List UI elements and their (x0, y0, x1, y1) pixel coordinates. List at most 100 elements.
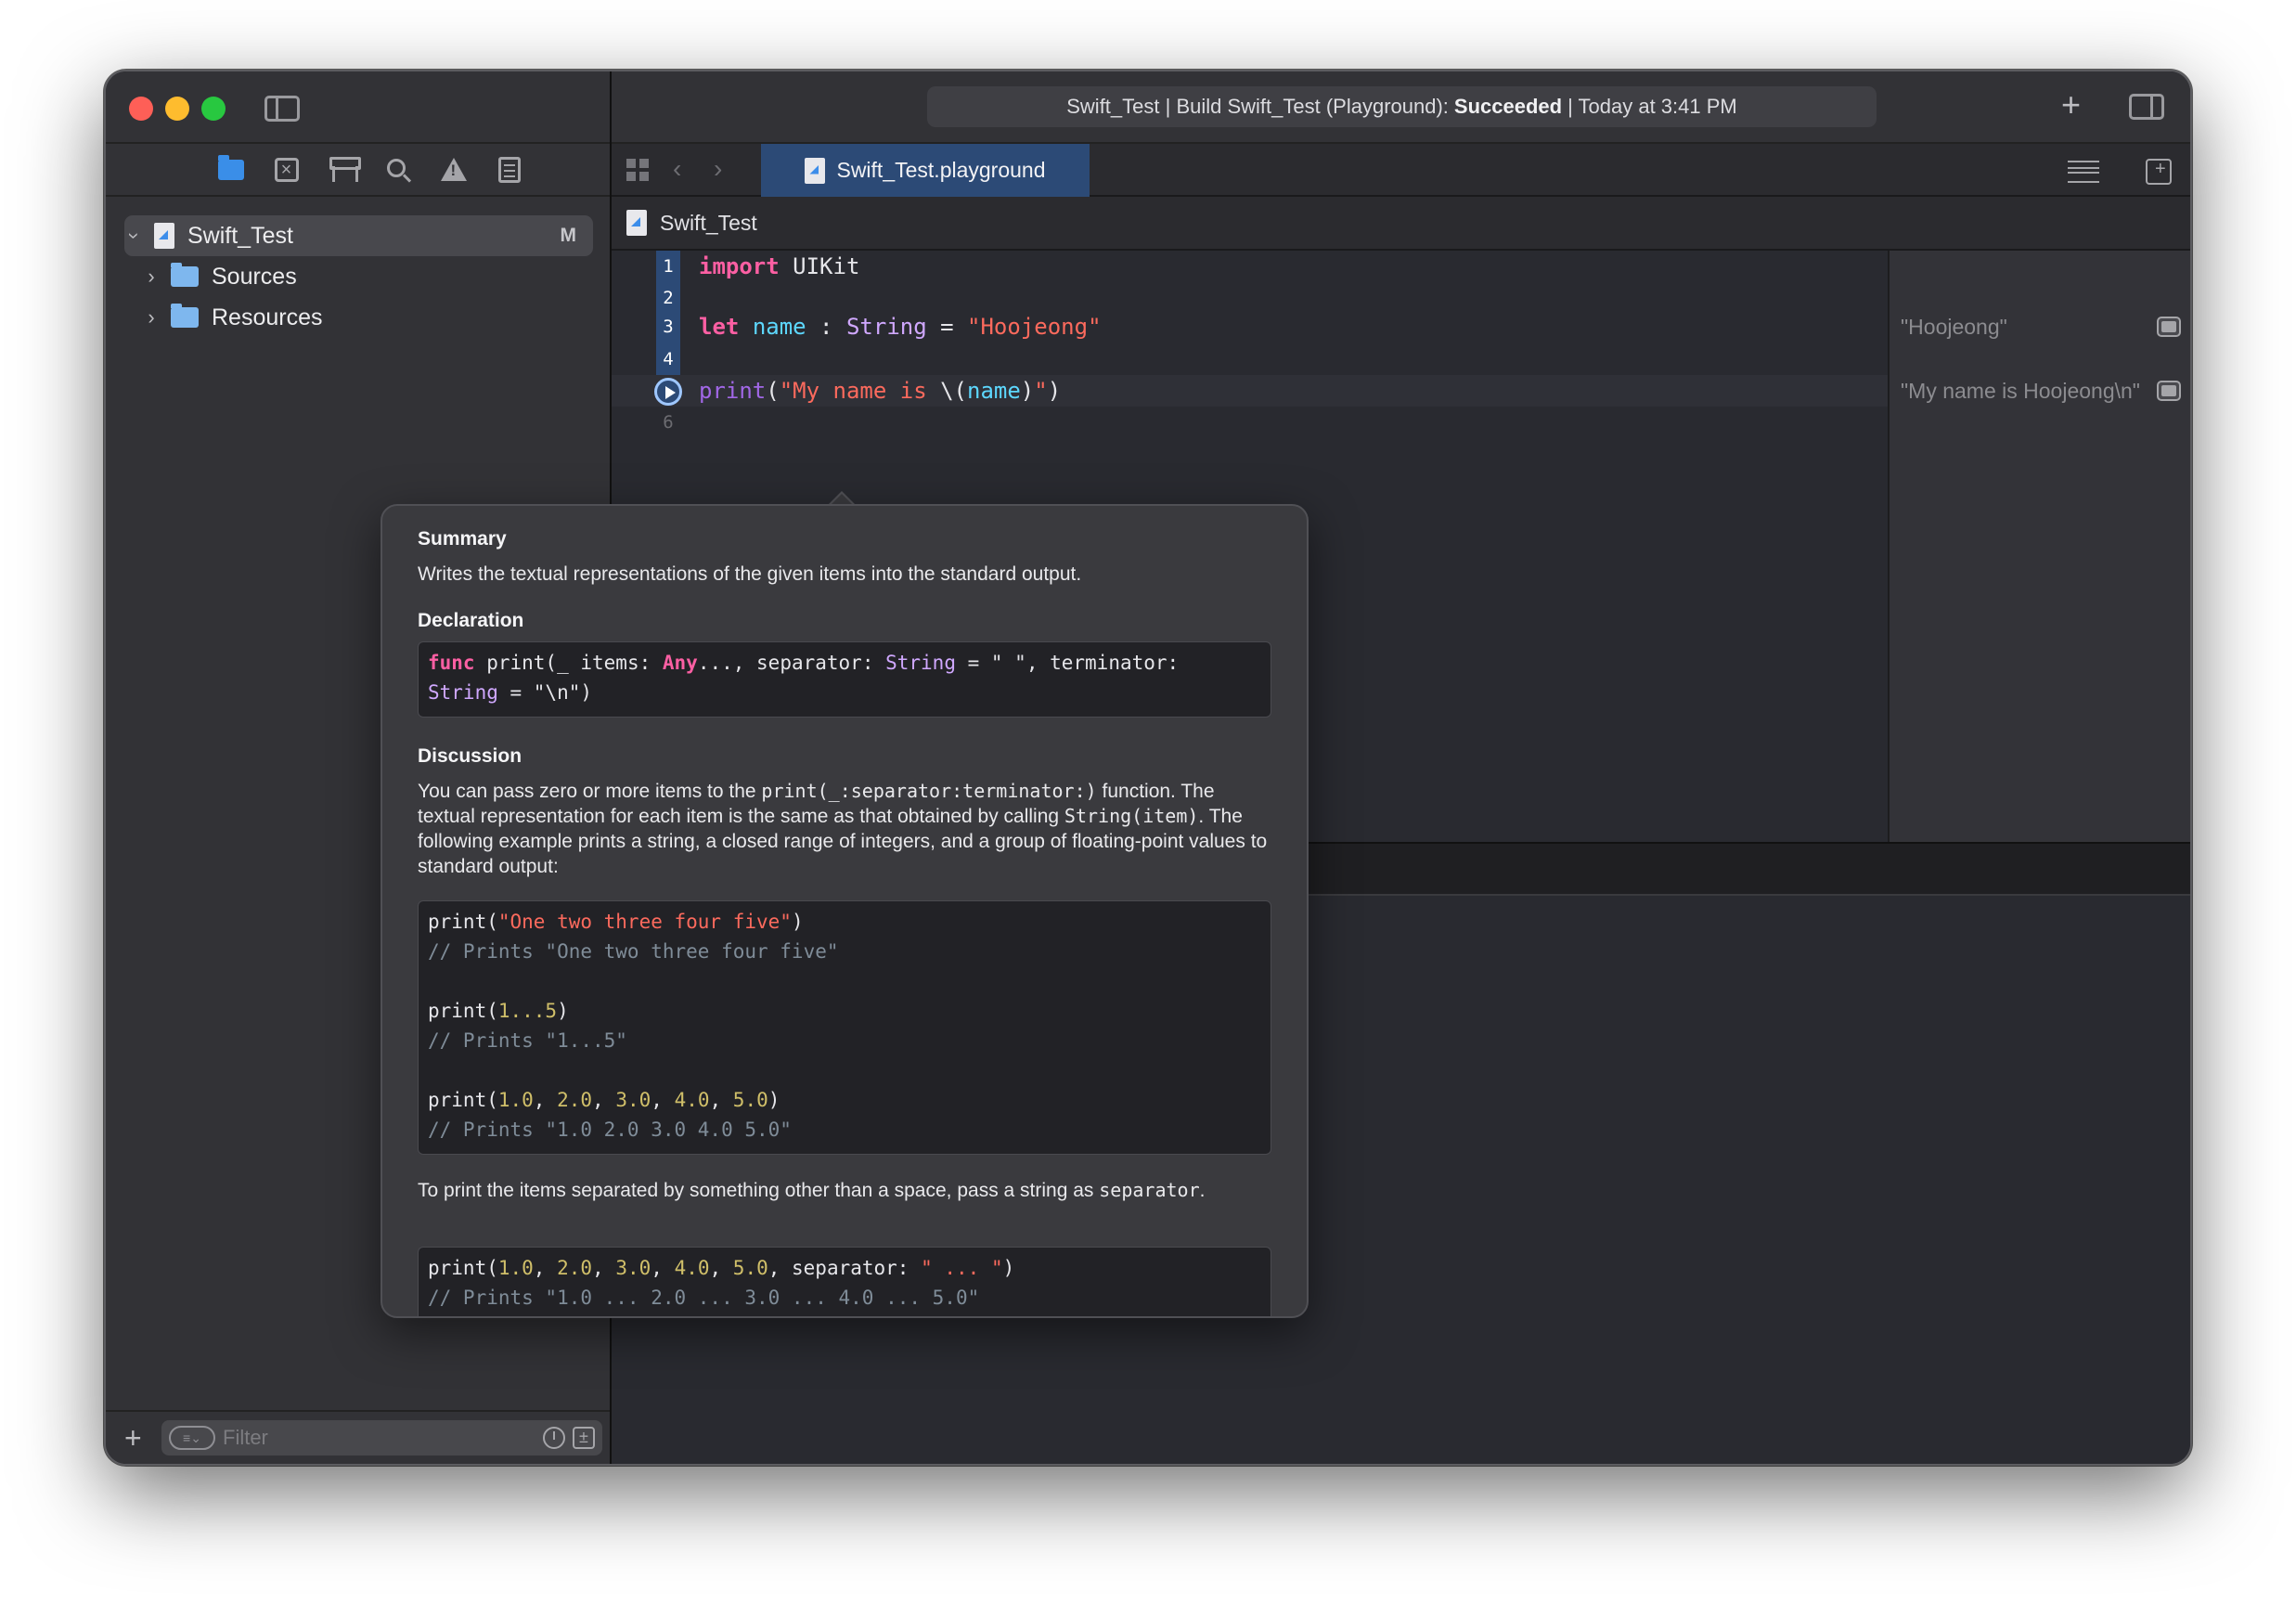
code-token: 5.0 (732, 1089, 768, 1111)
library-plus-icon[interactable]: + (2061, 88, 2081, 122)
result-value[interactable]: "Hoojeong" (1901, 311, 2144, 343)
code-token: UIKit (779, 253, 860, 279)
code-token: 5.0 (732, 1257, 768, 1279)
activity-viewer[interactable]: Swift_Test | Build Swift_Test (Playgroun… (927, 86, 1877, 127)
example-code-1: print("One two three four five")// Print… (418, 900, 1271, 1155)
toggle-inspector-icon[interactable] (2129, 94, 2164, 120)
line-number: 4 (663, 349, 674, 369)
tree-item-project[interactable]: › Swift_Test M (123, 215, 593, 256)
source-control-navigator-tab[interactable]: × (273, 156, 301, 184)
close-window-button[interactable] (129, 97, 153, 121)
jump-bar[interactable]: Swift_Test (612, 197, 2190, 251)
code-line-5[interactable]: print("My name is \(name)") (612, 375, 1888, 407)
code-token: "Hoojeong" (967, 314, 1102, 340)
report-navigator-tab[interactable] (496, 156, 523, 184)
modified-badge: M (560, 225, 577, 246)
symbol-navigator-tab[interactable] (329, 156, 361, 184)
navigator-tab-bar: × (106, 142, 610, 197)
code-token: ( (766, 378, 780, 404)
zoom-window-button[interactable] (201, 97, 226, 121)
related-items-grid-icon[interactable] (626, 159, 651, 183)
tab-label: Swift_Test.playground (836, 158, 1046, 182)
code-comment: // Prints "1.0 2.0 3.0 4.0 5.0" (428, 1119, 792, 1141)
toggle-navigator-icon[interactable] (264, 96, 300, 122)
code-token: "My name is (779, 378, 941, 404)
chevron-down-icon[interactable]: › (123, 224, 147, 248)
code-token: name (967, 378, 1021, 404)
code-token: : (806, 314, 846, 340)
code-token: ) (791, 911, 804, 933)
source-control-filter-icon[interactable]: ± (573, 1427, 595, 1449)
result-value[interactable]: "My name is Hoojeong\n" (1901, 375, 2144, 407)
minimize-window-button[interactable] (165, 97, 189, 121)
tree-item-resources[interactable]: › Resources (124, 297, 593, 338)
code-token: = " ", terminator: (955, 652, 1180, 674)
quick-look-icon[interactable] (2157, 381, 2181, 401)
code-token: \( (940, 378, 967, 404)
code-token: print( (428, 911, 498, 933)
code-token: " (1034, 378, 1048, 404)
chevron-left-icon[interactable]: ‹ (673, 154, 681, 184)
code-token: print( (428, 1257, 498, 1279)
code-token: ) (1002, 1257, 1015, 1279)
code-token: String (428, 681, 498, 704)
filter-field: ≡⌄ ± (161, 1420, 602, 1455)
playground-file-icon (626, 210, 647, 236)
inline-code: print(_:separator:terminator:) (761, 780, 1097, 802)
editor-options-icon[interactable] (2068, 161, 2099, 183)
line-number: 3 (663, 317, 674, 337)
add-editor-icon[interactable] (2146, 159, 2172, 185)
results-sidebar: "Hoojeong" "My name is Hoojeong\n" (1888, 251, 2190, 842)
code-token: 4.0 (674, 1257, 710, 1279)
xcode-window: × › Swift_Test M › Sources › Resources (104, 70, 2192, 1466)
recent-files-icon[interactable] (543, 1427, 565, 1449)
discussion-text-part: You can pass zero or more items to the (418, 781, 762, 802)
code-token: ) (1047, 378, 1062, 404)
project-navigator-tab[interactable] (217, 154, 245, 184)
report-icon (497, 156, 521, 183)
inline-code: separator (1099, 1179, 1200, 1201)
code-token: 1...5 (497, 1000, 558, 1022)
chevron-right-icon[interactable]: › (714, 154, 722, 184)
code-line-6[interactable]: 6 (612, 407, 1888, 438)
separator-text: To print the items separated by somethin… (418, 1178, 1271, 1203)
activity-prefix: Swift_Test | Build Swift_Test (Playgroun… (1066, 95, 1449, 118)
code-token: "One two three four five" (497, 911, 792, 933)
code-line-2[interactable]: 2 (612, 282, 1888, 314)
filter-input[interactable] (223, 1426, 501, 1450)
code-line-4[interactable]: 4 (612, 343, 1888, 375)
code-line-1[interactable]: 1 import UIKit (612, 251, 1888, 282)
project-tree: › Swift_Test M › Sources › Resources (123, 215, 593, 338)
code-token: ) (1020, 378, 1035, 404)
code-token: 2.0 (557, 1257, 593, 1279)
editor-tab-bar: ‹ › Swift_Test.playground (612, 142, 2190, 197)
quick-help-popover: Summary Writes the textual representatio… (381, 504, 1309, 1318)
add-file-button[interactable]: + (124, 1423, 152, 1453)
code-token: name (752, 314, 806, 340)
code-token: 3.0 (615, 1089, 651, 1111)
declaration-heading: Declaration (418, 610, 524, 631)
tree-item-sources[interactable]: › Sources (124, 256, 593, 297)
code-token: print( (428, 1089, 498, 1111)
code-token: Any (662, 652, 698, 674)
filter-options-icon[interactable]: ≡⌄ (169, 1426, 215, 1450)
code-token: import (699, 253, 780, 279)
run-to-line-icon[interactable] (654, 378, 682, 406)
chevron-right-icon[interactable]: › (141, 305, 161, 330)
code-token: 3.0 (615, 1257, 651, 1279)
code-token: print (699, 378, 767, 404)
code-comment: // Prints "1...5" (428, 1029, 627, 1052)
tree-item-label: Sources (212, 263, 297, 290)
discussion-text: You can pass zero or more items to the p… (418, 779, 1271, 879)
issue-navigator-tab[interactable] (440, 156, 468, 184)
code-token: , separator: (767, 1257, 922, 1279)
find-navigator-tab[interactable] (384, 156, 412, 184)
quick-look-icon[interactable] (2157, 317, 2181, 337)
tab-swift-test-playground[interactable]: Swift_Test.playground (761, 144, 1090, 197)
code-token: " ... " (921, 1257, 1003, 1279)
code-token: String (845, 314, 927, 340)
folder-icon (171, 304, 199, 328)
chevron-right-icon[interactable]: › (141, 265, 161, 289)
activity-suffix: | Today at 3:41 PM (1567, 95, 1737, 118)
code-line-3[interactable]: 3 let name : String = "Hoojeong" (612, 311, 1888, 343)
